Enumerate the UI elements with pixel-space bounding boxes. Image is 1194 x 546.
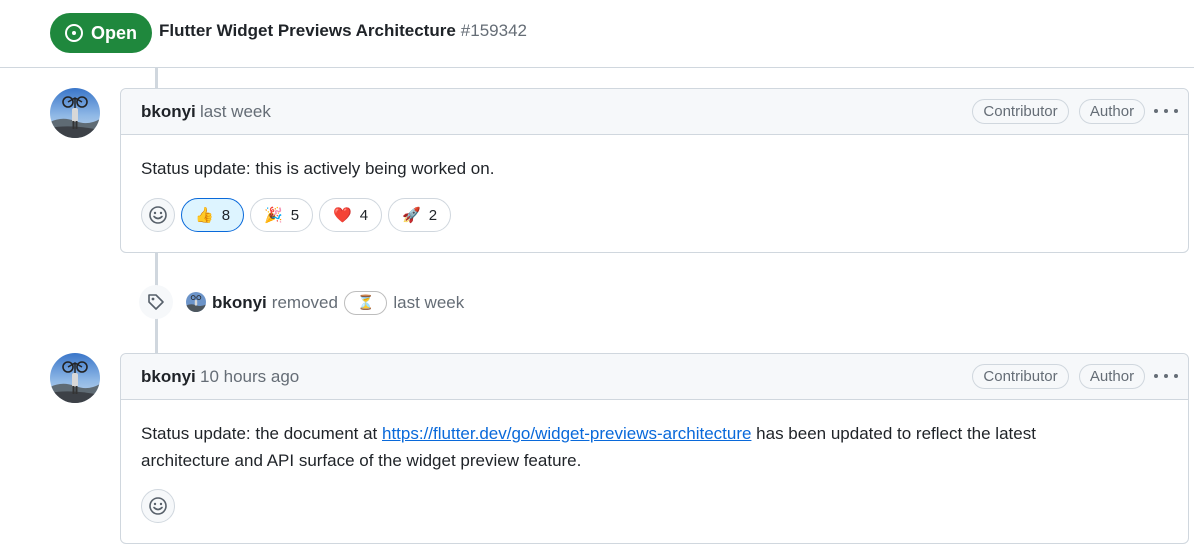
timeline-event-text: bkonyi removed ⏳ last week — [212, 291, 464, 315]
smiley-icon — [149, 497, 167, 515]
smiley-icon — [149, 206, 167, 224]
comment-author[interactable]: bkonyi — [141, 367, 196, 387]
reaction-thumbs-up[interactable]: 👍 8 — [181, 198, 245, 232]
event-actor[interactable]: bkonyi — [212, 293, 267, 313]
avatar[interactable] — [50, 353, 100, 403]
reactions-bar: 👍 8 🎉 5 ❤️ 4 🚀 2 — [141, 198, 457, 232]
reaction-rocket[interactable]: 🚀 2 — [388, 198, 452, 232]
author-badge: Author — [1079, 99, 1145, 124]
reaction-count: 8 — [221, 206, 231, 224]
issue-sticky-header: Open Flutter Widget Previews Architectur… — [0, 0, 1194, 68]
author-badge: Author — [1079, 364, 1145, 389]
hourglass-label[interactable]: ⏳ — [343, 291, 388, 315]
party-popper-icon: 🎉 — [264, 206, 283, 224]
architecture-doc-link[interactable]: https://flutter.dev/go/widget-previews-a… — [382, 424, 751, 443]
comment-author[interactable]: bkonyi — [141, 102, 196, 122]
issue-title-row: Flutter Widget Previews Architecture #159… — [159, 21, 527, 41]
comment-text: Status update: the document at — [141, 424, 382, 443]
issue-title[interactable]: Flutter Widget Previews Architecture — [159, 21, 456, 40]
comment-timestamp[interactable]: last week — [200, 102, 271, 122]
issue-state-badge: Open — [50, 13, 153, 53]
thumbs-up-icon: 👍 — [195, 206, 214, 224]
reaction-count: 4 — [359, 206, 369, 224]
heart-icon: ❤️ — [333, 206, 352, 224]
add-reaction-button[interactable] — [141, 489, 175, 523]
kebab-horizontal-icon[interactable] — [1154, 101, 1178, 121]
tag-icon — [148, 294, 164, 310]
comment-header: bkonyi last week Contributor Author — [121, 89, 1188, 135]
reactions-bar — [141, 489, 181, 523]
comment-header: bkonyi 10 hours ago Contributor Author — [121, 354, 1188, 400]
comment-text: Status update: this is actively being wo… — [141, 159, 495, 178]
contributor-badge: Contributor — [972, 99, 1069, 124]
comment-card: bkonyi last week Contributor Author Stat… — [120, 88, 1189, 253]
issue-number: #159342 — [460, 21, 527, 40]
comment-card: bkonyi 10 hours ago Contributor Author S… — [120, 353, 1189, 544]
add-reaction-button[interactable] — [141, 198, 175, 232]
avatar[interactable] — [50, 88, 100, 138]
event-action: removed — [271, 293, 338, 312]
issue-opened-icon — [65, 24, 83, 42]
contributor-badge: Contributor — [972, 364, 1069, 389]
reaction-heart[interactable]: ❤️ 4 — [319, 198, 383, 232]
comment-timestamp[interactable]: 10 hours ago — [200, 367, 299, 387]
timeline-line — [155, 67, 158, 89]
event-timestamp[interactable]: last week — [393, 293, 464, 313]
rocket-icon: 🚀 — [402, 206, 421, 224]
issue-state-label: Open — [91, 22, 138, 43]
reaction-count: 5 — [290, 206, 300, 224]
reaction-hooray[interactable]: 🎉 5 — [250, 198, 314, 232]
timeline-event-badge — [139, 285, 173, 319]
comment-body: Status update: this is actively being wo… — [121, 135, 1188, 182]
comment-body: Status update: the document at https://f… — [121, 400, 1121, 474]
reaction-count: 2 — [428, 206, 438, 224]
avatar[interactable] — [186, 292, 206, 312]
kebab-horizontal-icon[interactable] — [1154, 366, 1178, 386]
